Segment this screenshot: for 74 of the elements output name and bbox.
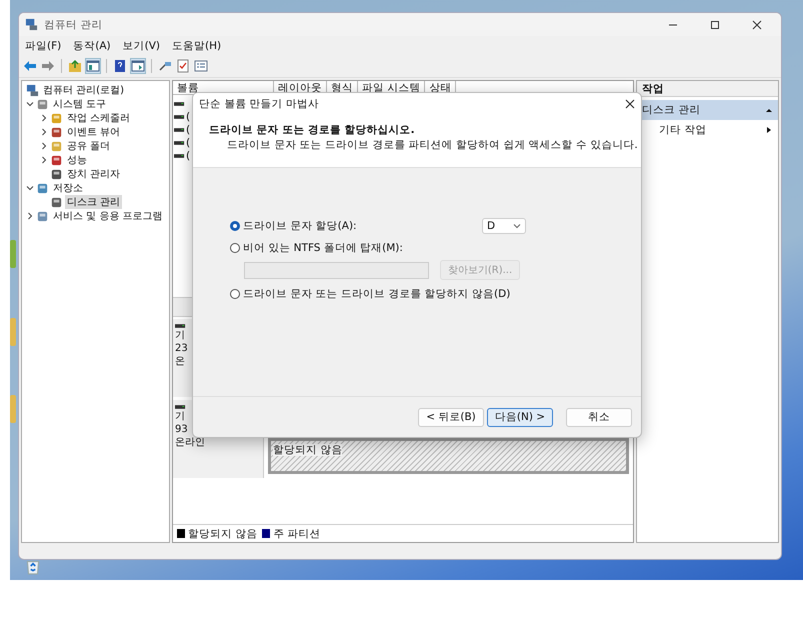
computer-icon [25,18,38,31]
disk-info-text: 온라인 [175,437,206,449]
tree-item[interactable]: 성능 [65,153,89,167]
chevron-right-icon[interactable] [40,114,48,122]
close-icon[interactable] [752,20,762,30]
collapse-triangle-icon[interactable] [765,106,773,114]
chevron-down-icon[interactable] [26,100,34,108]
table-cell: ( [186,150,190,162]
radio-button[interactable] [230,289,240,299]
menu-item[interactable]: 파일(F) [25,38,62,52]
drive-icon [174,100,185,106]
disk-info-text: 23 [175,343,189,355]
chevron-down-icon[interactable] [26,184,34,192]
folder-up-icon[interactable] [68,59,82,73]
legend-label: 주 파티션 [273,526,321,540]
dialog-title: 단순 볼륨 만들기 마법사 [199,97,320,111]
dialog-subheading: 드라이브 문자 또는 드라이브 경로를 파티션에 할당하여 쉽게 액세스할 수 있습니다. [226,138,639,152]
menu-item[interactable]: 보기(V) [122,38,160,52]
tree-item[interactable]: 시스템 도구 [51,97,108,111]
menu-item[interactable]: 동작(A) [73,38,111,52]
dialog-button[interactable]: < 뒤로(B) [418,408,484,426]
drive-letter-dropdown[interactable]: D [482,218,526,234]
maximize-icon[interactable] [710,20,720,30]
close-icon[interactable] [625,99,635,109]
tree-item[interactable]: 장치 관리자 [65,167,122,181]
tree-item[interactable]: 디스크 관리 [65,195,122,209]
dialog-heading: 드라이브 문자 또는 경로를 할당하십시오. [208,123,416,137]
menu-item[interactable]: 도움말(H) [172,38,222,52]
computer-icon [26,84,39,96]
tree-item[interactable]: 공유 폴더 [65,139,112,153]
disk-info-text: 온 [175,356,186,368]
partition-block[interactable]: 할당되지 않음 [268,438,629,474]
chevron-right-icon[interactable] [26,212,34,220]
tree-item[interactable]: 저장소 [51,181,85,195]
actions-header: 작업 [637,81,778,97]
action-pane-icon[interactable] [131,59,145,73]
radio-button[interactable] [230,221,240,231]
window-title: 컴퓨터 관리 [44,18,102,32]
tree-item[interactable]: 이벤트 뷰어 [65,125,122,139]
chevron-down-icon [513,222,521,230]
drive-icon [174,152,185,158]
checklist-icon[interactable] [176,59,190,73]
tree-pane-icon[interactable] [86,59,100,73]
submenu-arrow-icon[interactable] [765,126,773,134]
drive-icon [175,404,186,410]
table-cell: ( [186,136,190,148]
tree-item[interactable]: 작업 스케줄러 [65,111,132,125]
forward-arrow-icon[interactable] [41,59,55,73]
drive-icon [175,323,186,329]
tree-item[interactable]: 서비스 및 응용 프로그램 [51,209,165,223]
disk-info-text: 기 [175,330,186,342]
dialog-button[interactable]: 다음(N) > [487,408,553,426]
help-icon[interactable] [113,59,127,73]
drive-icon [174,140,185,146]
disk-info-text: 93 [175,424,189,436]
chevron-right-icon[interactable] [40,128,48,136]
chevron-right-icon[interactable] [40,142,48,150]
partition-label: 할당되지 않음 [273,444,342,456]
drive-icon [174,126,185,132]
option-label[interactable]: 드라이브 문자 할당(A): [243,219,357,233]
section-title: 디스크 관리 [642,103,700,117]
table-cell: ( [186,124,190,136]
properties-icon[interactable] [194,59,208,73]
disk-info-text: 기 [175,411,186,423]
action-item[interactable]: 기타 작업 [659,123,706,137]
dialog-button[interactable]: 취소 [566,408,632,426]
drive-icon [174,114,185,120]
chevron-right-icon[interactable] [40,156,48,164]
option-label[interactable]: 드라이브 문자 또는 드라이브 경로를 할당하지 않음(D) [243,287,510,301]
connect-icon[interactable] [158,59,172,73]
tree-item[interactable]: 컴퓨터 관리(로컬) [41,83,126,97]
back-arrow-icon[interactable] [23,59,37,73]
legend-label: 할당되지 않음 [188,526,258,540]
table-cell: ( [186,110,190,122]
